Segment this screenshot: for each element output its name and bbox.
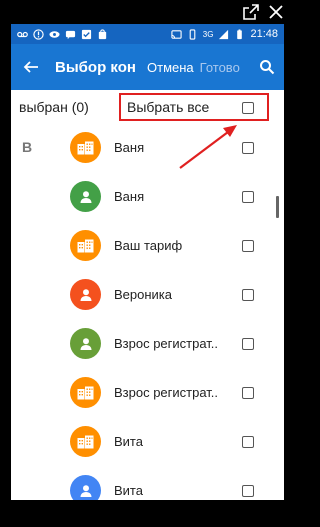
contact-checkbox[interactable]	[242, 436, 254, 448]
page-title: Выбор кон	[55, 58, 136, 76]
check-icon	[81, 29, 92, 39]
contact-name: Ваня	[114, 189, 145, 204]
battery-icon	[237, 28, 243, 39]
scrollbar-thumb[interactable]	[276, 196, 279, 218]
app-bar: Выбор кон Отмена Готово	[11, 44, 284, 90]
select-all-highlight[interactable]: Выбрать все	[119, 93, 269, 121]
person-icon	[70, 475, 101, 500]
select-all-label: Выбрать все	[127, 99, 210, 115]
person-icon	[70, 279, 101, 310]
business-icon	[70, 377, 101, 408]
person-icon	[70, 328, 101, 359]
contact-row[interactable]: Вита	[11, 418, 284, 467]
clock: 21:48	[250, 28, 278, 40]
close-icon[interactable]	[266, 3, 286, 21]
back-arrow-icon[interactable]	[19, 55, 43, 79]
contact-checkbox[interactable]	[242, 142, 254, 154]
contact-checkbox[interactable]	[242, 191, 254, 203]
contact-name: Взрос регистрат..	[114, 385, 219, 400]
contact-checkbox[interactable]	[242, 387, 254, 399]
network-type: 3G	[202, 29, 214, 39]
messages-icon	[65, 30, 76, 39]
contact-checkbox[interactable]	[242, 240, 254, 252]
contact-name: Вита	[114, 483, 143, 498]
contact-row[interactable]: Ваш тариф	[11, 222, 284, 271]
contact-checkbox[interactable]	[242, 289, 254, 301]
window-frame-bottom	[0, 500, 294, 527]
contact-row[interactable]: Вита	[11, 467, 284, 500]
vibrate-icon	[189, 28, 196, 40]
voicemail-icon	[17, 31, 28, 37]
contact-row[interactable]: Взрос регистрат..	[11, 369, 284, 418]
window-frame-top	[0, 0, 294, 24]
contact-list: В Ваня Ваня Ваш тариф Вероника Взрос регистр…	[11, 124, 284, 500]
open-external-icon[interactable]	[241, 3, 261, 21]
contact-row[interactable]: Взрос регистрат..	[11, 320, 284, 369]
eye-icon	[49, 30, 60, 38]
contact-checkbox[interactable]	[242, 338, 254, 350]
select-all-checkbox[interactable]	[242, 102, 254, 114]
signal-icon	[219, 29, 229, 39]
person-icon	[70, 181, 101, 212]
cast-icon	[171, 29, 182, 39]
business-icon	[70, 426, 101, 457]
contact-row[interactable]: Вероника	[11, 271, 284, 320]
phone-screen: 3G 21:48 Выбор кон Отмена Готово выбран …	[11, 24, 284, 500]
search-icon[interactable]	[256, 56, 278, 78]
cancel-button[interactable]: Отмена	[147, 60, 194, 75]
business-icon	[70, 230, 101, 261]
contact-name: Ваня	[114, 140, 145, 155]
contact-row[interactable]: Ваня	[11, 124, 284, 173]
contact-row[interactable]: Ваня	[11, 173, 284, 222]
contact-name: Взрос регистрат..	[114, 336, 219, 351]
contact-name: Ваш тариф	[114, 238, 183, 253]
alert-icon	[33, 28, 44, 40]
contact-name: Вероника	[114, 287, 173, 302]
status-bar: 3G 21:48	[11, 24, 284, 44]
business-icon	[70, 132, 101, 163]
selection-bar: выбран (0) Выбрать все	[11, 90, 284, 124]
contact-checkbox[interactable]	[242, 485, 254, 497]
selected-count: выбран (0)	[19, 99, 89, 115]
bag-icon	[98, 28, 107, 39]
done-button[interactable]: Готово	[200, 60, 240, 75]
contact-name: Вита	[114, 434, 143, 449]
